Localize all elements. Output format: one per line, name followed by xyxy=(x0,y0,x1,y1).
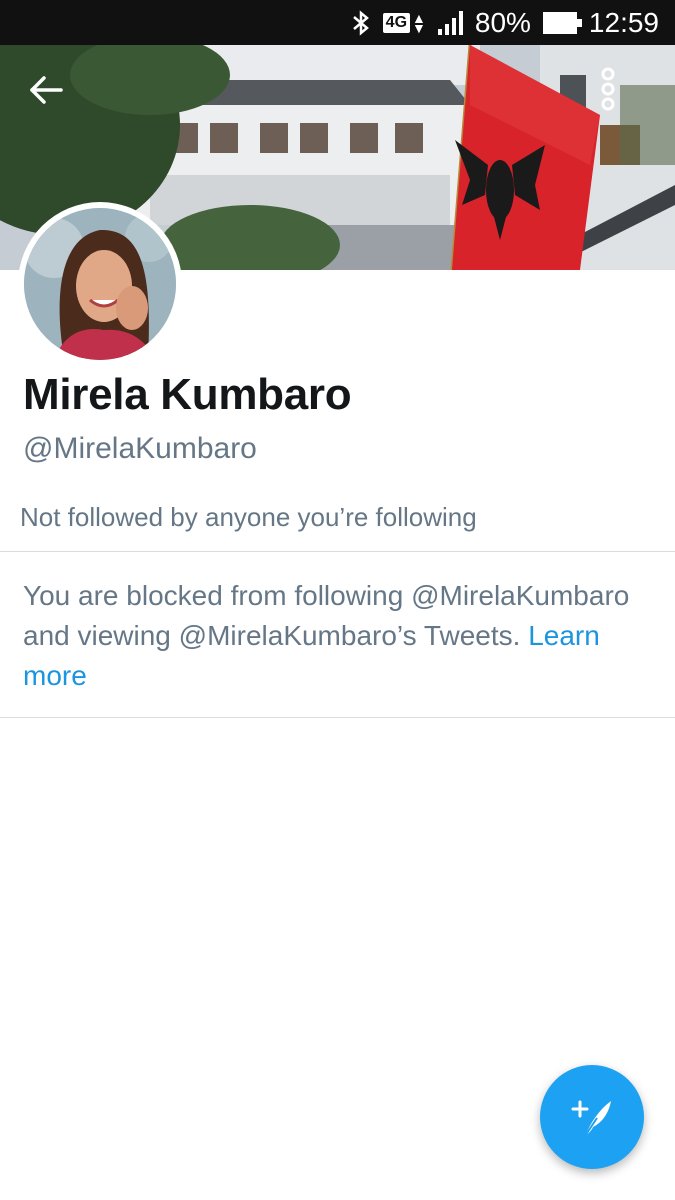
status-bar: 4G ▲ ▼ 80% 12:59 xyxy=(0,0,675,45)
profile-screen: 4G ▲ ▼ 80% 12:59 Mirela Kumbaro @MirelaK… xyxy=(0,0,675,1200)
compose-tweet-icon xyxy=(571,1100,611,1137)
battery-percent: 80% xyxy=(474,6,531,38)
signal-icon xyxy=(437,10,463,35)
battery-icon xyxy=(542,11,582,34)
more-options-button[interactable] xyxy=(600,67,652,131)
avatar-image xyxy=(24,208,176,360)
more-vertical-icon xyxy=(601,67,615,111)
avatar[interactable] xyxy=(18,202,182,366)
blocked-notice: You are blocked from following @MirelaKu… xyxy=(23,576,653,696)
clock: 12:59 xyxy=(588,6,659,38)
arrow-left-icon xyxy=(30,76,63,104)
profile-handle: @MirelaKumbaro xyxy=(23,432,257,465)
compose-tweet-button[interactable] xyxy=(540,1065,644,1169)
profile-display-name: Mirela Kumbaro xyxy=(23,370,352,419)
bluetooth-icon xyxy=(351,9,371,37)
divider xyxy=(0,717,675,718)
network-4g-icon: 4G ▲ ▼ xyxy=(382,11,426,35)
followers-you-know-text: Not followed by anyone you’re following xyxy=(20,502,477,532)
network-type-label: 4G xyxy=(382,12,411,33)
back-button[interactable] xyxy=(28,75,78,125)
divider xyxy=(0,551,675,552)
